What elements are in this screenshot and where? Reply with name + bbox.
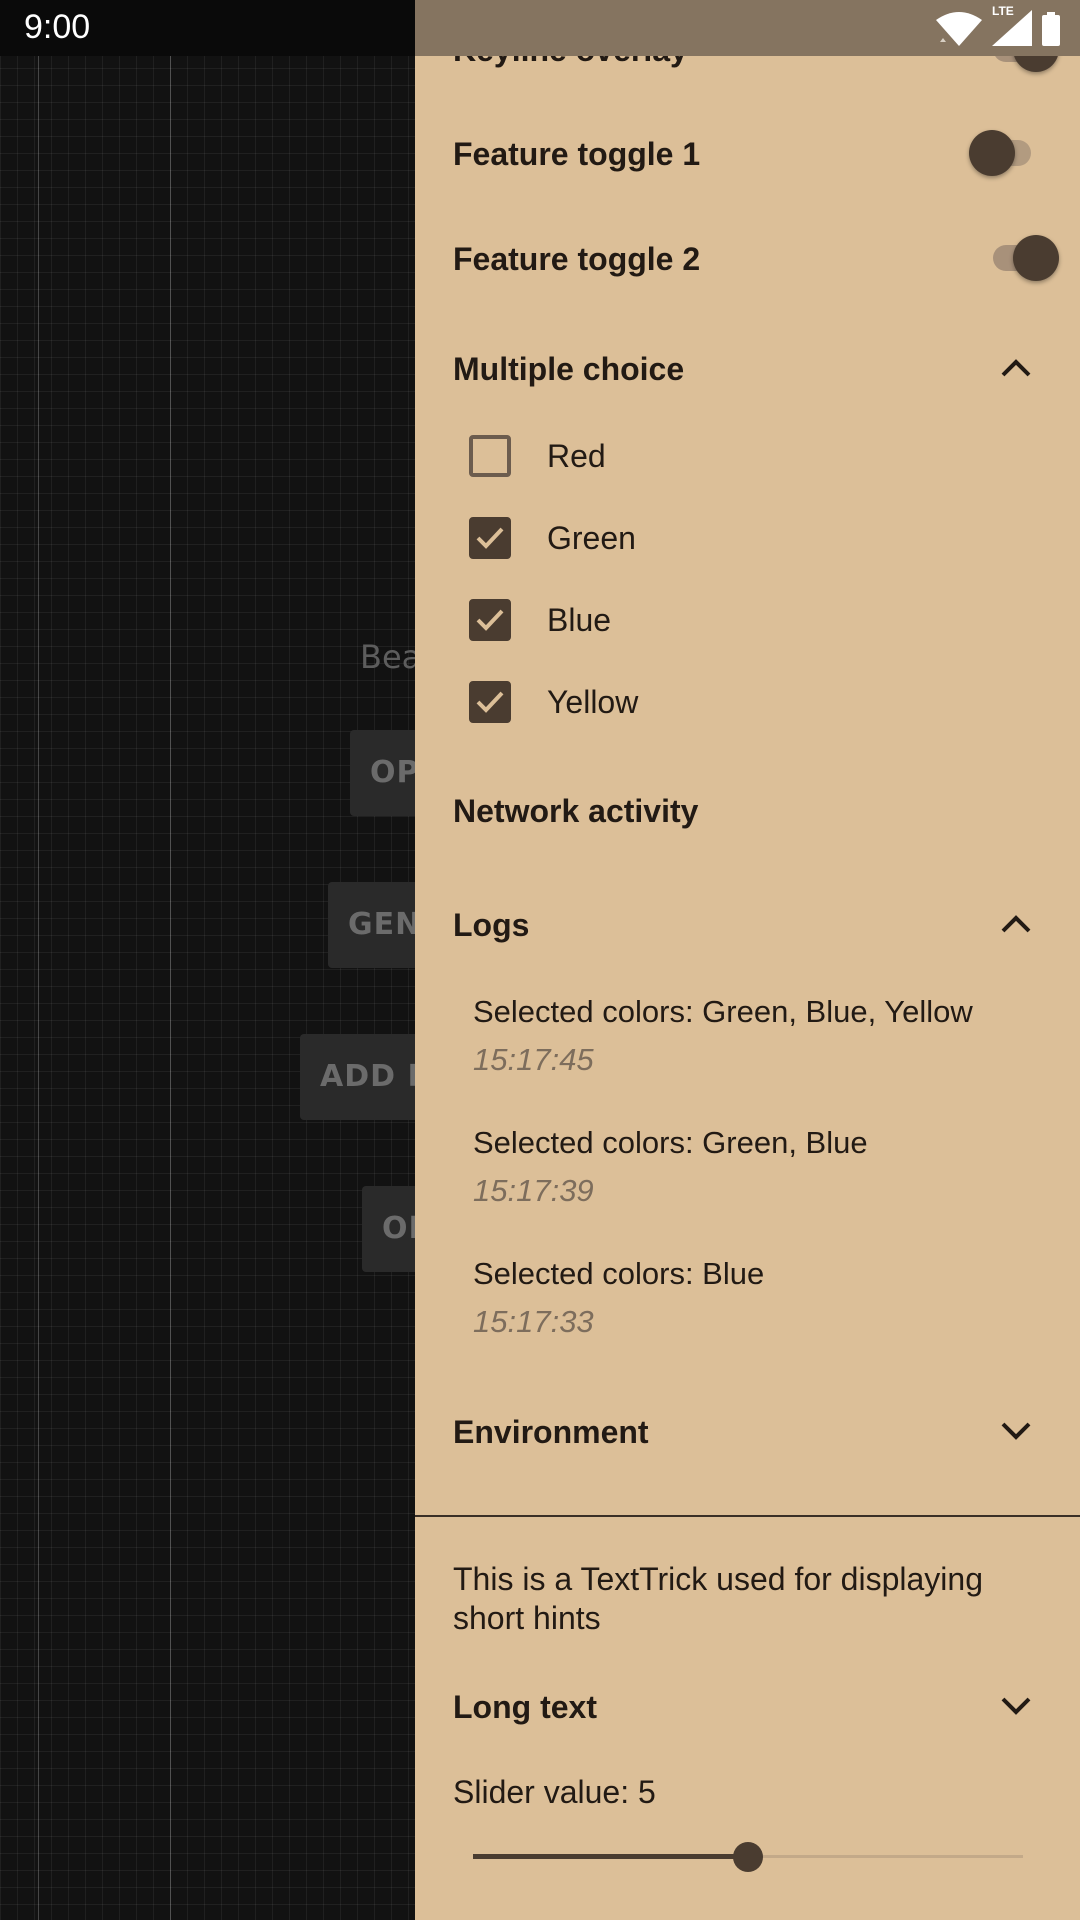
chevron-down-icon[interactable]	[1000, 1696, 1032, 1716]
toggle-label: Feature toggle 2	[453, 240, 701, 277]
checkbox-label: Blue	[547, 601, 612, 638]
network-activity-row[interactable]: Network activity	[453, 783, 1080, 839]
background-button-generate[interactable]: GEN	[328, 882, 420, 968]
checkmark-icon	[476, 527, 504, 549]
checkbox-label: Green	[547, 519, 636, 556]
status-bar-left: 9:00	[0, 0, 415, 56]
checkbox[interactable]	[469, 435, 511, 477]
checkbox-item-green[interactable]: Green	[469, 508, 636, 568]
wifi-icon	[936, 12, 982, 50]
checkbox-item-red[interactable]: Red	[469, 426, 606, 486]
environment-header[interactable]: Environment	[453, 1404, 1080, 1460]
screen: Bea OP GEN ADD R OF 9:00 LTE	[0, 0, 1080, 1920]
keyline-left	[38, 0, 39, 1920]
toggle-label: Feature toggle 1	[453, 135, 701, 172]
feature-toggle-1-switch[interactable]	[969, 128, 1051, 178]
background-button-open[interactable]: OP	[350, 730, 420, 816]
log-message: Selected colors: Green, Blue, Yellow	[473, 994, 973, 1029]
log-entry: Selected colors: Blue 15:17:33	[473, 1256, 1050, 1340]
debug-drawer: Keyline overlay Feature toggle 1 Feature…	[415, 0, 1080, 1920]
checkbox[interactable]	[469, 517, 511, 559]
section-title: Multiple choice	[453, 350, 685, 387]
slider-thumb[interactable]	[733, 1842, 763, 1872]
log-entry: Selected colors: Green, Blue 15:17:39	[473, 1125, 1050, 1209]
section-title: Logs	[453, 906, 530, 943]
checkbox-label: Red	[547, 437, 606, 474]
section-title: Environment	[453, 1413, 649, 1450]
cell-signal-icon: LTE	[992, 4, 1032, 50]
section-title: Long text	[453, 1688, 597, 1725]
hint-text: This is a TextTrick used for displaying …	[453, 1561, 983, 1636]
network-type-label: LTE	[992, 4, 1014, 18]
log-entry: Selected colors: Green, Blue, Yellow 15:…	[473, 994, 1050, 1078]
slider-label: Slider value: 5	[453, 1774, 656, 1810]
checkbox-label: Yellow	[547, 683, 639, 720]
checkbox[interactable]	[469, 681, 511, 723]
slider-fill	[473, 1854, 748, 1859]
log-message: Selected colors: Blue	[473, 1256, 765, 1291]
keyline-secondary	[170, 0, 171, 1920]
log-timestamp: 15:17:33	[473, 1304, 594, 1339]
logs-header[interactable]: Logs	[453, 897, 1080, 953]
battery-icon	[1042, 12, 1060, 50]
checkbox[interactable]	[469, 599, 511, 641]
checkmark-icon	[476, 691, 504, 713]
status-time: 9:00	[24, 8, 91, 46]
log-message: Selected colors: Green, Blue	[473, 1125, 868, 1160]
checkmark-icon	[476, 609, 504, 631]
slider[interactable]	[473, 1840, 1023, 1874]
status-icons: LTE	[936, 4, 1060, 50]
status-bar: 9:00 LTE	[0, 0, 1080, 56]
chevron-down-icon[interactable]	[1000, 1421, 1032, 1441]
section-title: Network activity	[453, 792, 699, 829]
chevron-up-icon[interactable]	[1000, 914, 1032, 934]
long-text-header[interactable]: Long text	[453, 1679, 1080, 1735]
multiple-choice-header[interactable]: Multiple choice	[453, 341, 1080, 397]
chevron-up-icon[interactable]	[1000, 358, 1032, 378]
switch-thumb	[969, 130, 1015, 176]
switch-thumb	[1013, 235, 1059, 281]
checkbox-item-blue[interactable]: Blue	[469, 590, 611, 650]
log-timestamp: 15:17:45	[473, 1042, 594, 1077]
checkbox-item-yellow[interactable]: Yellow	[469, 672, 638, 732]
divider	[415, 1515, 1080, 1517]
background-text: Bea	[360, 638, 422, 676]
log-timestamp: 15:17:39	[473, 1173, 594, 1208]
status-bar-right: LTE	[415, 0, 1080, 56]
background-button-other[interactable]: OF	[362, 1186, 420, 1272]
background-button-add[interactable]: ADD R	[300, 1034, 420, 1120]
feature-toggle-2-switch[interactable]	[975, 233, 1059, 283]
